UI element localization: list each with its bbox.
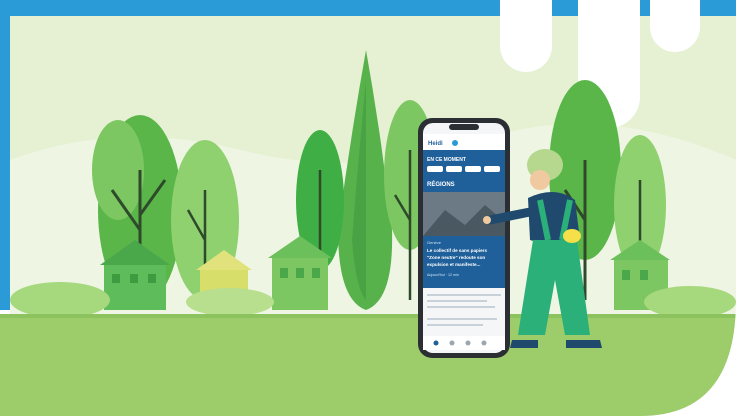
person-face <box>530 170 550 190</box>
person-shoe-left <box>510 340 538 348</box>
person-shoe-right <box>566 340 602 348</box>
phone-chip[interactable] <box>446 166 462 172</box>
phone: Heidi EN CE MOMENT RÉGIONS Genève Le col… <box>418 118 510 358</box>
ground <box>0 314 736 416</box>
phone-chip[interactable] <box>465 166 481 172</box>
left-frame-bar <box>0 0 10 310</box>
menu-icon[interactable] <box>481 340 487 346</box>
home-icon[interactable] <box>433 340 439 346</box>
ground-edge <box>0 314 736 318</box>
illustration-stage: Heidi EN CE MOMENT RÉGIONS Genève Le col… <box>0 0 736 416</box>
article-headline-line: expulsion et manifeste... <box>427 262 480 267</box>
phone-chip[interactable] <box>484 166 500 172</box>
article-headline-line: Le collectif de sans papiers <box>427 248 487 253</box>
phone-notch <box>449 124 479 130</box>
list-line <box>427 294 501 296</box>
list-line <box>427 306 495 308</box>
search-icon[interactable] <box>449 340 455 346</box>
phone-region-title: RÉGIONS <box>427 180 455 188</box>
phone-logo: Heidi <box>428 141 443 147</box>
illustration: Heidi EN CE MOMENT RÉGIONS Genève Le col… <box>0 0 736 416</box>
article-meta: Aujourd'hui · 12 min <box>427 273 459 277</box>
phone-chip[interactable] <box>427 166 443 172</box>
list-line <box>427 318 497 320</box>
person-hand <box>483 216 491 224</box>
phone-section-header: EN CE MOMENT <box>427 157 466 163</box>
logo-dot-icon <box>452 140 458 146</box>
bag-icon <box>563 229 581 243</box>
list-line <box>427 300 487 302</box>
article-kicker: Genève <box>427 240 442 245</box>
list-line <box>427 324 483 326</box>
article-headline-line: "Zone neutre" redoute son <box>427 255 485 260</box>
bookmark-icon[interactable] <box>465 340 471 346</box>
